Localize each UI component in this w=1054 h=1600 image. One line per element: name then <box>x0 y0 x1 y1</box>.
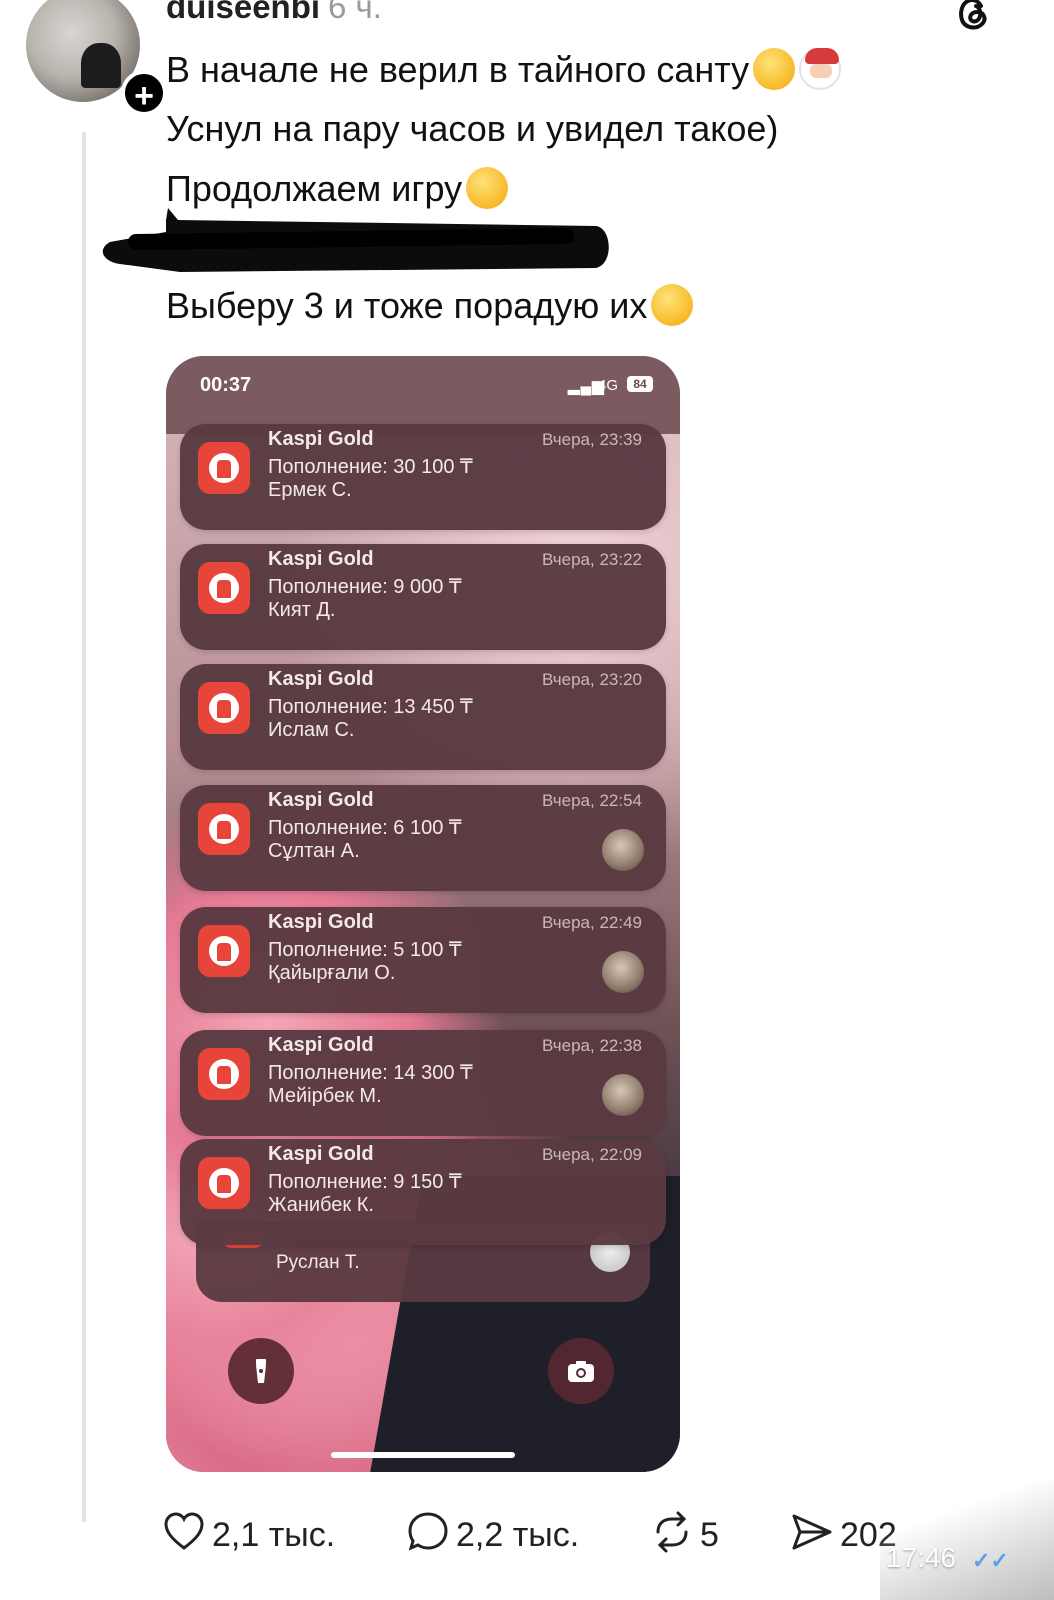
repost-icon <box>656 1511 688 1553</box>
notification-app: Kaspi Gold <box>268 1034 374 1056</box>
notification-time: Вчера, 22:09 <box>542 1145 642 1164</box>
redaction-scribble <box>102 208 609 272</box>
notification-time: Вчера, 23:22 <box>542 550 642 569</box>
notification-card[interactable]: Kaspi Gold Пополнение: 9 000 ₸ Кият Д. В… <box>180 544 666 650</box>
notification-card[interactable]: Kaspi Gold Пополнение: 13 450 ₸ Ислам С.… <box>180 664 666 770</box>
notification-card[interactable]: Kaspi Gold Пополнение: 30 100 ₸ Ермек С.… <box>180 424 666 530</box>
notification-text: Пополнение: 30 100 ₸ <box>268 456 473 478</box>
kaspi-app-icon <box>198 682 250 734</box>
notification-sender: Кият Д. <box>268 599 336 621</box>
post-time: 6 ч. <box>328 0 382 25</box>
sender-avatar <box>602 951 644 993</box>
reply-button[interactable]: 2,2 тыс. <box>406 1510 579 1558</box>
notification-time: Вчера, 23:39 <box>542 430 642 449</box>
post-line-2: Уснул на пару часов и увидел такое) <box>166 108 778 150</box>
kaspi-app-icon <box>198 1048 250 1100</box>
sender-avatar <box>602 1074 644 1116</box>
home-indicator <box>331 1452 515 1458</box>
notification-text: Пополнение: 14 300 ₸ <box>268 1062 473 1084</box>
avatar-cat-shape <box>81 43 121 88</box>
kaspi-app-icon <box>198 1157 250 1209</box>
notification-card[interactable]: Kaspi Gold Пополнение: 5 100 ₸ Қайырғали… <box>180 907 666 1013</box>
shy-face-emoji-icon <box>753 48 796 90</box>
notification-time: Вчера, 22:38 <box>542 1036 642 1055</box>
kaspi-app-icon <box>198 442 250 494</box>
flashlight-button[interactable] <box>228 1338 294 1404</box>
notification-app: Kaspi Gold <box>268 548 374 570</box>
notification-sender: Қайырғали О. <box>268 962 396 984</box>
notification-text: Пополнение: 13 450 ₸ <box>268 696 473 718</box>
like-button[interactable]: 2,1 тыс. <box>162 1510 335 1558</box>
network-type: 4G <box>598 377 619 394</box>
notification-text: Пополнение: 9 000 ₸ <box>268 576 462 598</box>
notification-time: Вчера, 22:49 <box>542 913 642 932</box>
camera-icon <box>568 1361 594 1382</box>
wink-emoji-icon <box>651 284 694 326</box>
attached-screenshot[interactable]: 00:37 ▂▄▆ 4G 84 Kaspi Gold Пополнение: 3… <box>166 356 680 1472</box>
notification-app: Kaspi Gold <box>268 789 374 811</box>
notification-app: Kaspi Gold <box>268 428 374 450</box>
heart-icon <box>164 1512 204 1550</box>
read-ticks-icon: ✓✓ <box>972 1548 1009 1573</box>
follow-plus-button[interactable]: + <box>121 70 167 116</box>
post-line-4: Выберу 3 и тоже порадую их <box>166 284 694 327</box>
post-text-3: Продолжаем игру <box>166 168 463 209</box>
kaspi-app-icon <box>198 562 250 614</box>
post-text-4: Выберу 3 и тоже порадую их <box>166 285 648 326</box>
notification-time: Вчера, 22:54 <box>542 791 642 810</box>
notification-text: Пополнение: 5 100 ₸ <box>268 939 462 961</box>
notification-sender: Жанибек К. <box>268 1194 374 1216</box>
notification-sender: Ислам С. <box>268 719 355 741</box>
status-bar: 00:37 ▂▄▆ 4G 84 <box>166 356 680 434</box>
corner-shade <box>880 1480 1054 1600</box>
send-icon <box>792 1514 832 1550</box>
camera-button[interactable] <box>548 1338 614 1404</box>
post-header: duiseenbi 6 ч. <box>166 0 382 26</box>
flashlight-icon <box>256 1359 266 1383</box>
notification-sender: Руслан Т. <box>276 1252 360 1273</box>
star-struck-emoji-icon <box>466 167 509 209</box>
notification-time: Вчера, 23:20 <box>542 670 642 689</box>
post-line-1: В начале не верил в тайного санту <box>166 48 842 91</box>
notification-text: Пополнение: 9 150 ₸ <box>268 1171 462 1193</box>
author-avatar-wrap[interactable]: + <box>26 0 167 116</box>
sender-avatar <box>602 829 644 871</box>
repost-button[interactable]: 5 <box>650 1510 719 1558</box>
notification-app: Kaspi Gold <box>268 1143 374 1165</box>
thread-line <box>82 132 86 1522</box>
kaspi-app-icon <box>198 925 250 977</box>
status-time: 00:37 <box>200 374 252 396</box>
threads-logo-icon[interactable] <box>952 0 992 34</box>
notification-text: Пополнение: 6 100 ₸ <box>268 817 462 839</box>
repost-count: 5 <box>700 1516 719 1554</box>
notification-card[interactable]: Kaspi Gold Пополнение: 14 300 ₸ Мейірбек… <box>180 1030 666 1136</box>
overlay-clock: 17:46 <box>886 1542 957 1573</box>
notification-sender: Мейірбек М. <box>268 1085 382 1107</box>
battery-icon: 84 <box>627 376 653 392</box>
santa-emoji-icon <box>799 48 842 90</box>
post-text-1: В начале не верил в тайного санту <box>166 49 750 90</box>
post-text-2: Уснул на пару часов и увидел такое) <box>166 108 779 149</box>
notification-card[interactable]: Kaspi Gold Пополнение: 9 150 ₸ Жанибек К… <box>180 1139 666 1245</box>
post-line-3: Продолжаем игру <box>166 167 509 210</box>
username[interactable]: duiseenbi <box>166 0 320 25</box>
notification-app: Kaspi Gold <box>268 668 374 690</box>
notification-sender: Ермек С. <box>268 479 352 501</box>
notification-card[interactable]: Kaspi Gold Пополнение: 6 100 ₸ Сұлтан А.… <box>180 785 666 891</box>
kaspi-app-icon <box>198 803 250 855</box>
comment-icon <box>408 1512 448 1551</box>
like-count: 2,1 тыс. <box>212 1516 336 1554</box>
reply-count: 2,2 тыс. <box>456 1516 580 1554</box>
notification-sender: Сұлтан А. <box>268 840 360 862</box>
notification-app: Kaspi Gold <box>268 911 374 933</box>
